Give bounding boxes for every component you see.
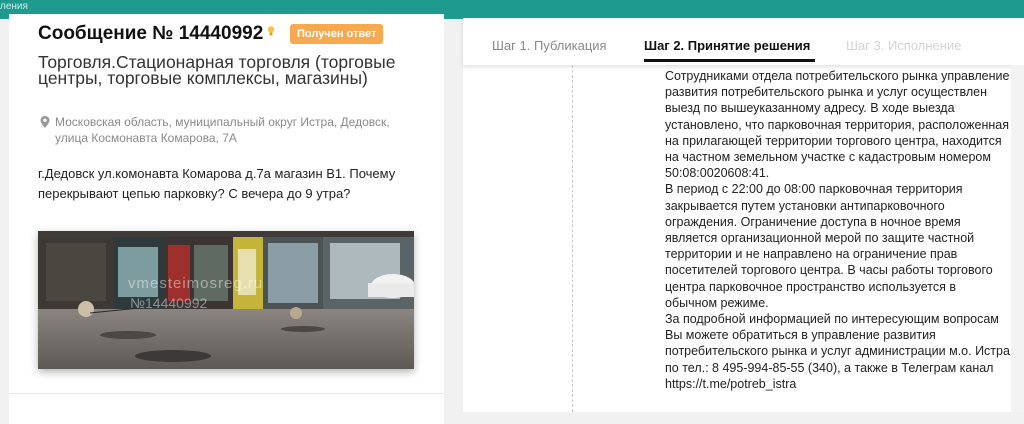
photo-watermark-id: №14440992	[130, 295, 208, 311]
tab-step-3-execution[interactable]: Шаг 3. Исполнение	[846, 38, 961, 53]
photo-image	[38, 231, 414, 369]
photo-watermark-site: vmesteimosreg.ru	[128, 275, 264, 292]
location-pin-icon	[40, 116, 50, 128]
card-divider	[9, 393, 444, 394]
message-title: Сообщение № 14440992	[38, 23, 264, 44]
active-tab-indicator	[644, 59, 815, 62]
message-category: Торговля.Стационарная торговля (торговые…	[38, 52, 396, 88]
answer-text: Сотрудниками отдела потребительского рын…	[665, 69, 1010, 391]
message-text: г.Дедовск ул.комонавта Комарова д.7а маг…	[38, 166, 396, 201]
message-photo[interactable]: vmesteimosreg.ru №14440992	[38, 231, 414, 369]
scrollbar[interactable]	[1011, 65, 1024, 412]
address-text: Московская область, муниципальный округ …	[55, 115, 390, 145]
step-tabs: Шаг 1. Публикация Шаг 2. Принятие решени…	[463, 19, 1024, 65]
timeline-line	[572, 65, 573, 412]
tab-step-1-publication[interactable]: Шаг 1. Публикация	[492, 38, 607, 53]
status-badge: Получен ответ	[290, 24, 384, 44]
lightbulb-icon	[267, 26, 275, 36]
tab-step-2-decision[interactable]: Шаг 2. Принятие решения	[644, 38, 810, 53]
top-nav-crumb[interactable]: ления	[0, 1, 28, 12]
message-address: Московская область, муниципальный округ …	[40, 114, 415, 146]
